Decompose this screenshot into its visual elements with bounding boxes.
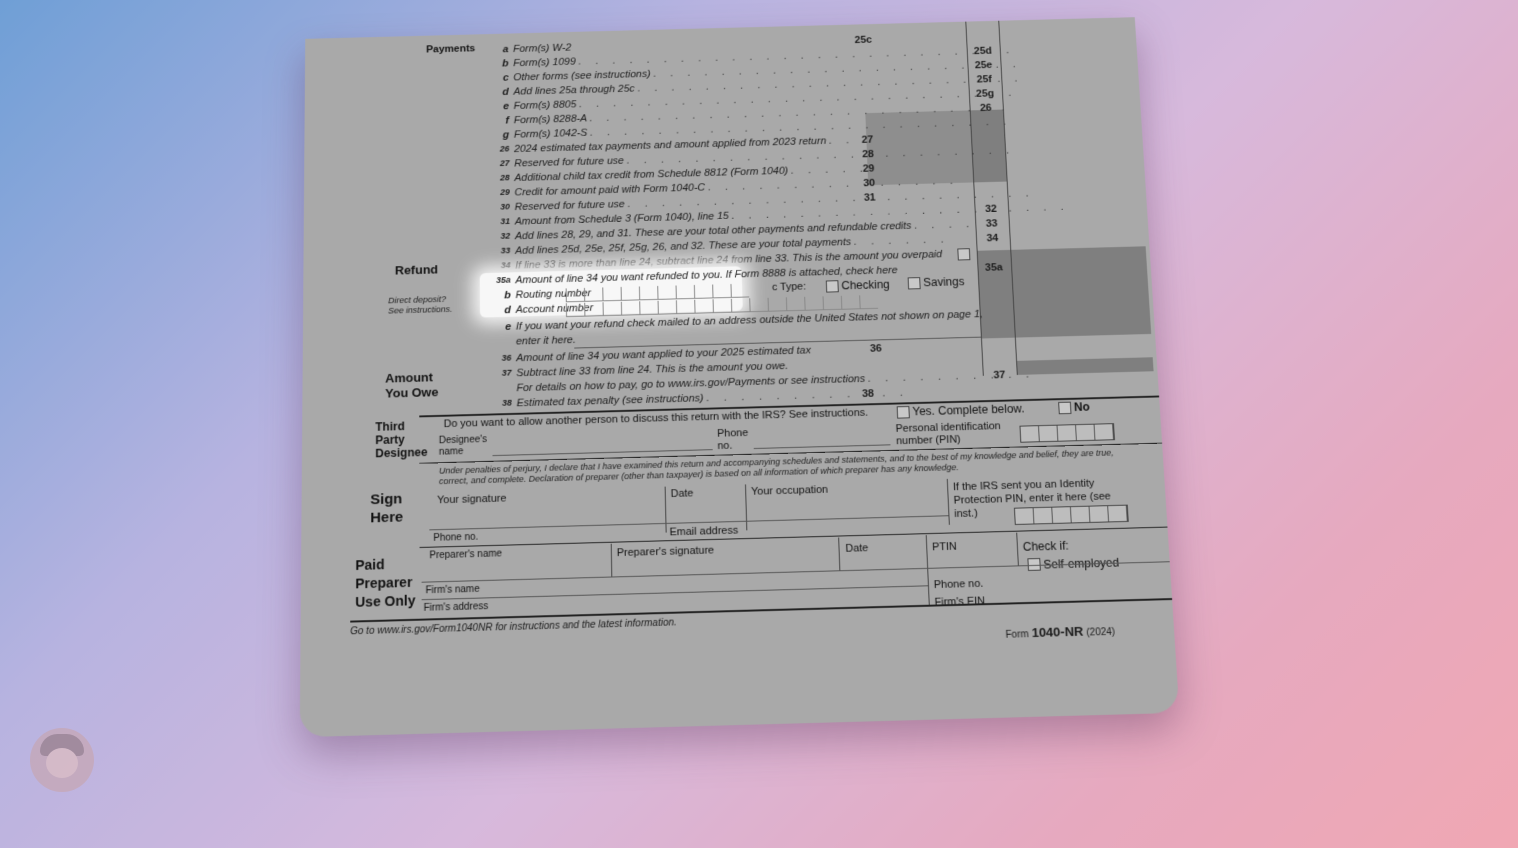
tax-form-sheet: Payments a Form(s) W-2 25c b Form(s) 1099 …: [300, 17, 1180, 737]
designee-phone-field[interactable]: [754, 444, 891, 449]
form-id: Form 1040-NR (2024): [1005, 623, 1115, 641]
ip-pin-input[interactable]: [1014, 505, 1129, 525]
sign-phone-label: Phone no.: [433, 532, 478, 544]
designee-pin-input[interactable]: [1019, 423, 1115, 443]
field-divider: [1016, 533, 1019, 566]
row-divider: [422, 561, 1170, 582]
designee-phone-label: Phone no.: [717, 427, 753, 453]
sign-date-label: Date: [671, 488, 694, 500]
shaded-cell: [1011, 246, 1151, 337]
designee-yes-checkbox[interactable]: [897, 406, 910, 419]
ptin-label: PTIN: [932, 541, 957, 553]
preparer-date-label: Date: [845, 542, 868, 554]
preparer-name-label: Preparer's name: [429, 549, 502, 562]
savings-label: Savings: [923, 275, 965, 289]
checking-checkbox[interactable]: [826, 280, 839, 292]
sign-here-heading: Sign Here: [370, 490, 403, 527]
field-divider: [665, 487, 667, 533]
checking-label: Checking: [841, 278, 890, 292]
occupation-label: Your occupation: [751, 484, 828, 498]
paid-preparer-heading: Paid Preparer Use Only: [355, 555, 422, 612]
direct-deposit-note: Direct deposit? See instructions.: [388, 294, 456, 316]
firm-name-label: Firm's name: [426, 584, 480, 596]
field-divider: [926, 535, 930, 605]
form-8888-checkbox[interactable]: [957, 248, 970, 260]
designee-name-label: Designee's name: [439, 434, 493, 458]
field-divider: [838, 537, 840, 570]
field-divider: [947, 479, 950, 525]
check-if-label: Check if:: [1022, 539, 1069, 554]
preparer-signature-label: Preparer's signature: [617, 545, 715, 559]
designee-pin-label: Personal identification number (PIN): [895, 420, 1023, 448]
account-type-label: c Type:: [772, 281, 806, 293]
refund-heading: Refund: [395, 262, 438, 278]
row-divider: [422, 585, 928, 600]
designee-no-label: No: [1074, 400, 1090, 414]
avatar-face: [46, 748, 78, 778]
payments-heading: Payments: [426, 41, 475, 56]
designee-yes-label: Yes. Complete below.: [912, 402, 1025, 418]
amount-owe-heading: Amount You Owe: [385, 370, 438, 401]
field-divider: [611, 544, 613, 577]
avatar: [30, 728, 94, 792]
designee-no-checkbox[interactable]: [1058, 402, 1071, 415]
third-party-heading: Third Party Designee: [375, 419, 434, 460]
email-label: Email address: [669, 525, 738, 538]
field-divider: [745, 484, 747, 530]
firm-address-label: Firm's address: [424, 601, 489, 613]
savings-checkbox[interactable]: [908, 277, 921, 289]
line-36: 36 Amount of line 34 you want applied to …: [303, 336, 1155, 359]
preparer-phone-label: Phone no.: [934, 578, 984, 591]
shaded-cell: [1017, 357, 1154, 375]
your-signature-label: Your signature: [437, 493, 506, 506]
firm-ein-label: Firm's EIN: [934, 595, 985, 608]
